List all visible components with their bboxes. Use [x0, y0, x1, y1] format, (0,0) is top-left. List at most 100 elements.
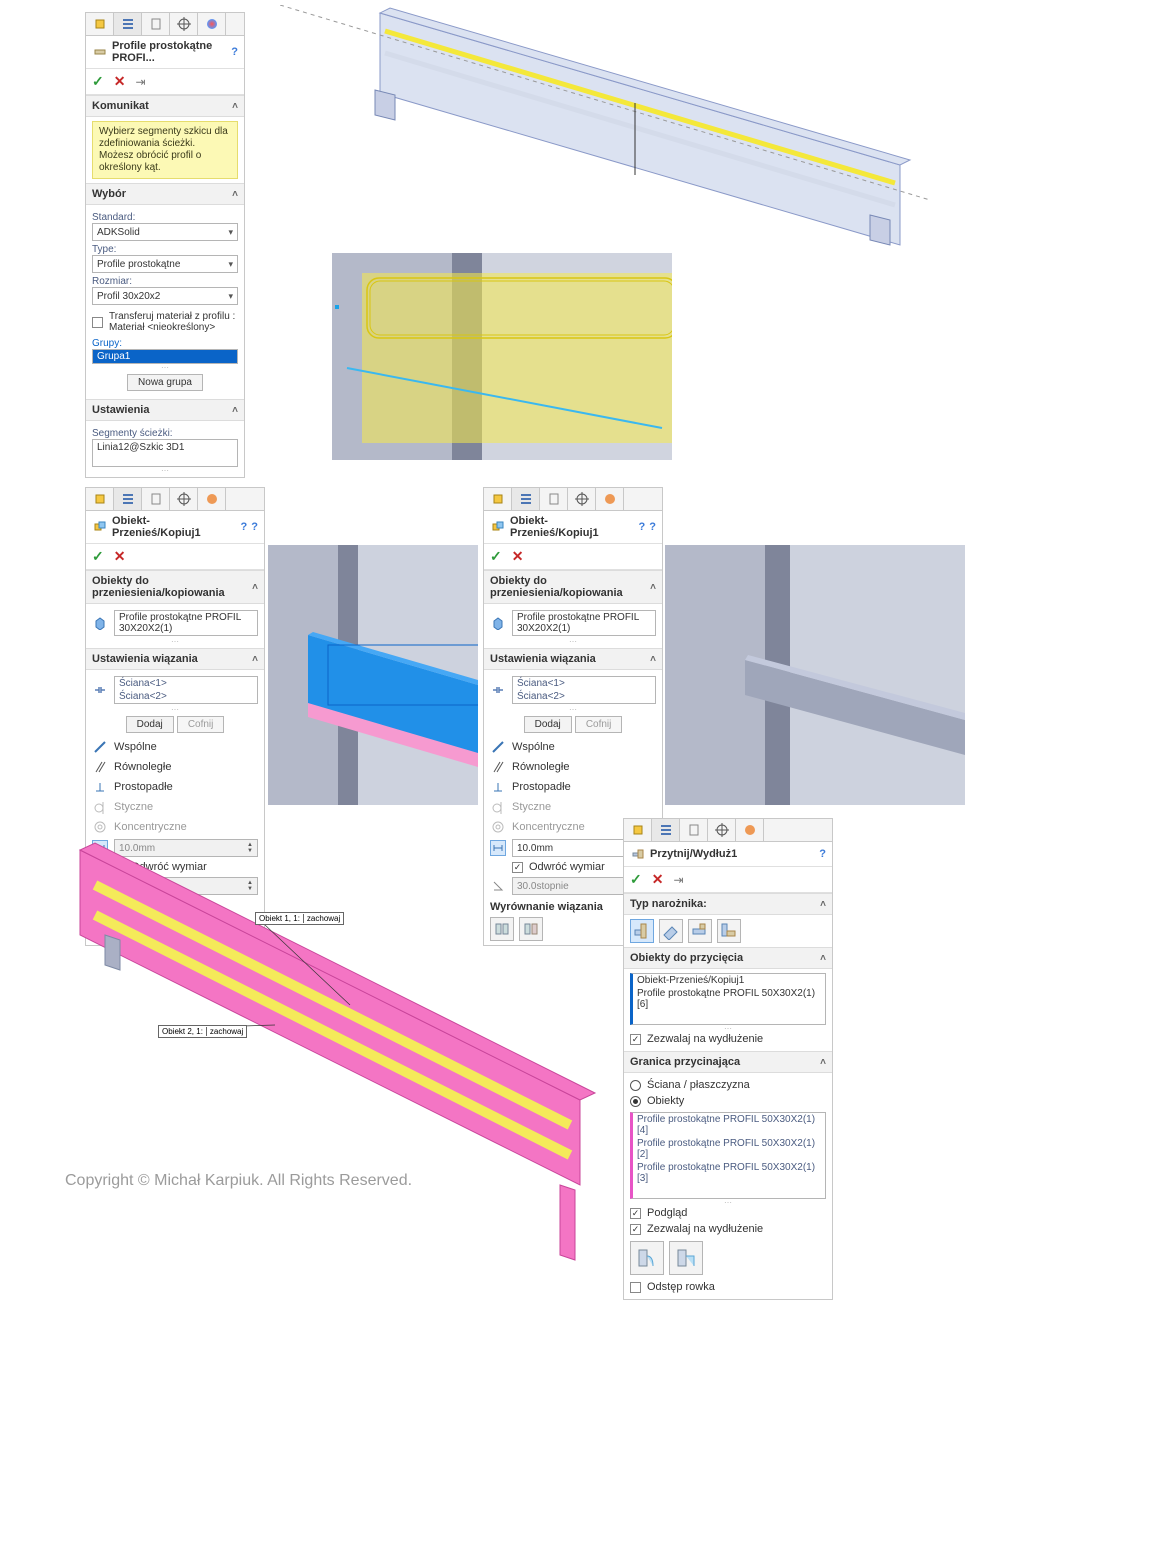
bodies-listbox[interactable]: Profile prostokątne PROFIL 30X20X2(1) [114, 610, 258, 636]
cancel-button[interactable]: ✕ [652, 871, 664, 888]
undo-mate-button[interactable]: Cofnij [575, 716, 623, 733]
corner-type-end-butt2-button[interactable] [717, 919, 741, 943]
face-item[interactable]: Ściana<2> [115, 690, 257, 703]
ok-button[interactable]: ✓ [92, 548, 104, 565]
pushpin-icon[interactable]: ⇥ [135, 75, 145, 89]
resize-grip-icon[interactable]: ⋯ [92, 467, 238, 473]
tab-properties-icon[interactable] [512, 488, 540, 510]
tab-target-icon[interactable] [708, 819, 736, 841]
tab-appearance-icon[interactable] [198, 13, 226, 35]
help-icon[interactable]: ? [819, 848, 826, 860]
viewport-3d-1[interactable] [280, 5, 930, 255]
tab-appearance-icon[interactable] [596, 488, 624, 510]
standard-dropdown[interactable]: ADKSolid▾ [92, 223, 238, 241]
collapse-icon[interactable]: ˄ [650, 582, 656, 593]
segments-listbox[interactable]: Linia12@Szkic 3D1 [92, 439, 238, 467]
corner-type-end-butt1-button[interactable] [688, 919, 712, 943]
viewport-3d-2[interactable] [332, 253, 672, 460]
tab-appearance-icon[interactable] [198, 488, 226, 510]
tab-feature-icon[interactable] [86, 13, 114, 35]
tab-properties-icon[interactable] [652, 819, 680, 841]
collapse-icon[interactable]: ˄ [232, 189, 238, 200]
face-item[interactable]: Ściana<1> [115, 677, 257, 690]
tab-feature-icon[interactable] [484, 488, 512, 510]
group-item[interactable]: Grupa1 [93, 350, 237, 363]
collapse-icon[interactable]: ˄ [232, 101, 238, 112]
parallel-icon[interactable] [92, 759, 108, 775]
face-item[interactable]: Ściana<1> [513, 677, 655, 690]
boundary-face-radio[interactable] [630, 1080, 641, 1091]
tangent-icon[interactable] [92, 799, 108, 815]
corner-type-end-trim-button[interactable] [630, 919, 654, 943]
coincident-icon[interactable] [490, 739, 506, 755]
mate-faces-listbox[interactable]: Ściana<1> Ściana<2> [114, 676, 258, 704]
perpendicular-icon[interactable] [490, 779, 506, 795]
help-icon[interactable]: ? [231, 46, 238, 58]
viewport-3d-3[interactable] [268, 545, 478, 805]
tab-config-icon[interactable] [142, 13, 170, 35]
tab-feature-icon[interactable] [624, 819, 652, 841]
tab-config-icon[interactable] [540, 488, 568, 510]
detailed-help-icon[interactable]: ? [241, 521, 248, 533]
tab-target-icon[interactable] [568, 488, 596, 510]
tab-properties-icon[interactable] [114, 13, 142, 35]
collapse-icon[interactable]: ˄ [252, 654, 258, 665]
concentric-icon[interactable] [490, 819, 506, 835]
parallel-icon[interactable] [490, 759, 506, 775]
tab-config-icon[interactable] [680, 819, 708, 841]
concentric-icon[interactable] [92, 819, 108, 835]
corner-type-end-miter-button[interactable] [659, 919, 683, 943]
resize-grip-icon[interactable]: ⋯ [92, 364, 238, 370]
tab-target-icon[interactable] [170, 13, 198, 35]
ok-button[interactable]: ✓ [490, 548, 502, 565]
weld-gap-checkbox[interactable] [630, 1282, 641, 1293]
undo-mate-button[interactable]: Cofnij [177, 716, 225, 733]
coincident-icon[interactable] [92, 739, 108, 755]
bodies-listbox[interactable]: Profile prostokątne PROFIL 30X20X2(1) [512, 610, 656, 636]
viewport-3d-5[interactable] [50, 840, 615, 1270]
pushpin-icon[interactable]: ⇥ [673, 873, 683, 887]
ok-button[interactable]: ✓ [630, 871, 642, 888]
body-item[interactable]: Profile prostokątne PROFIL 50X30X2(1)[6] [633, 987, 825, 1011]
resize-grip-icon[interactable]: ⋯ [92, 706, 258, 712]
collapse-icon[interactable]: ˄ [232, 405, 238, 416]
new-group-button[interactable]: Nowa grupa [127, 374, 203, 391]
boundary-bodies-listbox[interactable]: Profile prostokątne PROFIL 50X30X2(1)[4]… [630, 1112, 826, 1199]
type-dropdown[interactable]: Profile prostokątne▾ [92, 255, 238, 273]
boundary-item[interactable]: Profile prostokątne PROFIL 50X30X2(1)[4] [633, 1113, 825, 1137]
perpendicular-icon[interactable] [92, 779, 108, 795]
resize-grip-icon[interactable]: ⋯ [490, 706, 656, 712]
boundary-item[interactable]: Profile prostokątne PROFIL 50X30X2(1)[2] [633, 1137, 825, 1161]
boundary-item[interactable]: Profile prostokątne PROFIL 50X30X2(1)[3] [633, 1161, 825, 1185]
collapse-icon[interactable]: ˄ [650, 654, 656, 665]
add-mate-button[interactable]: Dodaj [126, 716, 174, 733]
cancel-button[interactable]: ✕ [512, 548, 524, 565]
tab-config-icon[interactable] [142, 488, 170, 510]
allow-extend-checkbox[interactable]: ✓ [630, 1034, 641, 1045]
help-icon[interactable]: ? [251, 521, 258, 533]
body-item[interactable]: Profile prostokątne PROFIL 30X20X2(1) [513, 611, 655, 635]
allow-extend2-checkbox[interactable]: ✓ [630, 1224, 641, 1235]
weld-gap-option2-button[interactable] [669, 1241, 703, 1275]
help-icon[interactable]: ? [649, 521, 656, 533]
resize-grip-icon[interactable]: ⋯ [92, 638, 258, 644]
cancel-button[interactable]: ✕ [114, 73, 126, 90]
weld-gap-option1-button[interactable] [630, 1241, 664, 1275]
tangent-icon[interactable] [490, 799, 506, 815]
detailed-help-icon[interactable]: ? [639, 521, 646, 533]
tab-target-icon[interactable] [170, 488, 198, 510]
add-mate-button[interactable]: Dodaj [524, 716, 572, 733]
face-item[interactable]: Ściana<2> [513, 690, 655, 703]
resize-grip-icon[interactable]: ⋯ [490, 638, 656, 644]
size-dropdown[interactable]: Profil 30x20x2▾ [92, 287, 238, 305]
tab-properties-icon[interactable] [114, 488, 142, 510]
tab-feature-icon[interactable] [86, 488, 114, 510]
transfer-material-checkbox[interactable] [92, 317, 103, 328]
preview-checkbox[interactable]: ✓ [630, 1208, 641, 1219]
body-item[interactable]: Profile prostokątne PROFIL 30X20X2(1) [115, 611, 257, 635]
collapse-icon[interactable]: ˄ [252, 582, 258, 593]
body-item[interactable]: Obiekt-Przenieś/Kopiuj1 [633, 974, 825, 987]
collapse-icon[interactable]: ˄ [820, 899, 826, 910]
collapse-icon[interactable]: ˄ [820, 953, 826, 964]
viewport-3d-4[interactable] [665, 545, 965, 805]
